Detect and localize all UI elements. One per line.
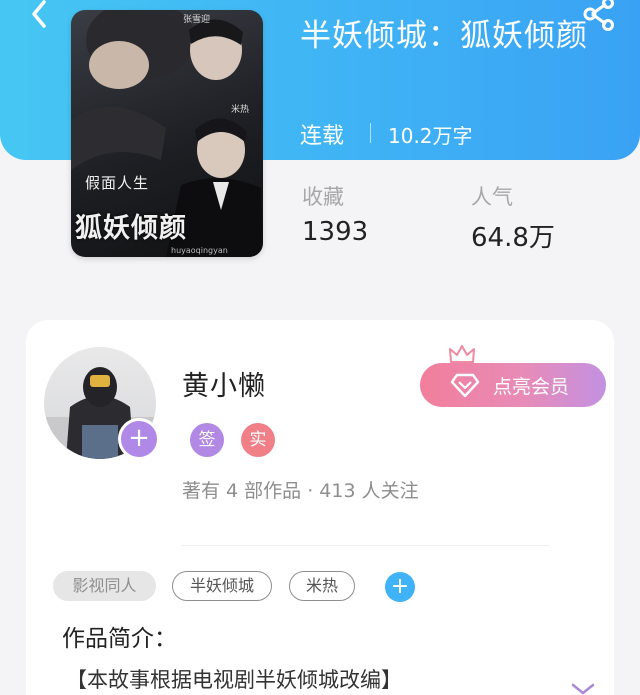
status-divider — [370, 123, 371, 143]
popularity-label: 人气 — [471, 185, 513, 209]
back-button[interactable] — [22, 0, 58, 30]
section-divider — [182, 545, 550, 546]
tag-category[interactable]: 影视同人 — [53, 571, 156, 601]
follow-author-button[interactable]: + — [118, 418, 160, 460]
word-count: 10.2万字 — [388, 124, 473, 148]
popularity-value: 64.8万 — [471, 223, 555, 253]
intro-text: 【本故事根据电视剧半妖倾城改编】 — [66, 668, 402, 692]
cover-actor-name-1: 张雪迎 — [183, 15, 211, 25]
add-tag-button[interactable]: + — [385, 572, 415, 602]
serial-status: 连载 — [300, 124, 345, 149]
diamond-icon — [450, 373, 480, 398]
favorites-value: 1393 — [302, 217, 369, 247]
favorites-label: 收藏 — [302, 185, 344, 209]
chevron-left-icon — [32, 0, 46, 28]
cover-subtitle: 假面人生 — [85, 174, 150, 192]
author-name[interactable]: 黄小懒 — [182, 364, 266, 403]
cover-watermark: huyaoqingyan — [171, 246, 228, 255]
vip-button-label: 点亮会员 — [493, 376, 570, 398]
tag-fandom[interactable]: 半妖倾城 — [172, 571, 272, 601]
activate-vip-button[interactable]: 点亮会员 — [420, 363, 606, 407]
intro-heading: 作品简介： — [62, 626, 177, 652]
cover-title: 狐妖倾颜 — [75, 213, 187, 244]
cover-actor-name-2: 米热 — [231, 105, 250, 115]
author-meta: 著有 4 部作品 · 413 人关注 — [182, 480, 419, 502]
book-cover[interactable]: 张雪迎 米热 假面人生 狐妖倾颜 huyaoqingyan — [71, 10, 263, 257]
verified-badge: 实 — [241, 423, 275, 457]
chevron-down-icon[interactable] — [570, 683, 596, 695]
tag-actor[interactable]: 米热 — [289, 571, 355, 601]
book-title: 半妖倾城：狐妖倾颜 — [300, 18, 588, 54]
signed-author-badge: 签 — [190, 423, 224, 457]
